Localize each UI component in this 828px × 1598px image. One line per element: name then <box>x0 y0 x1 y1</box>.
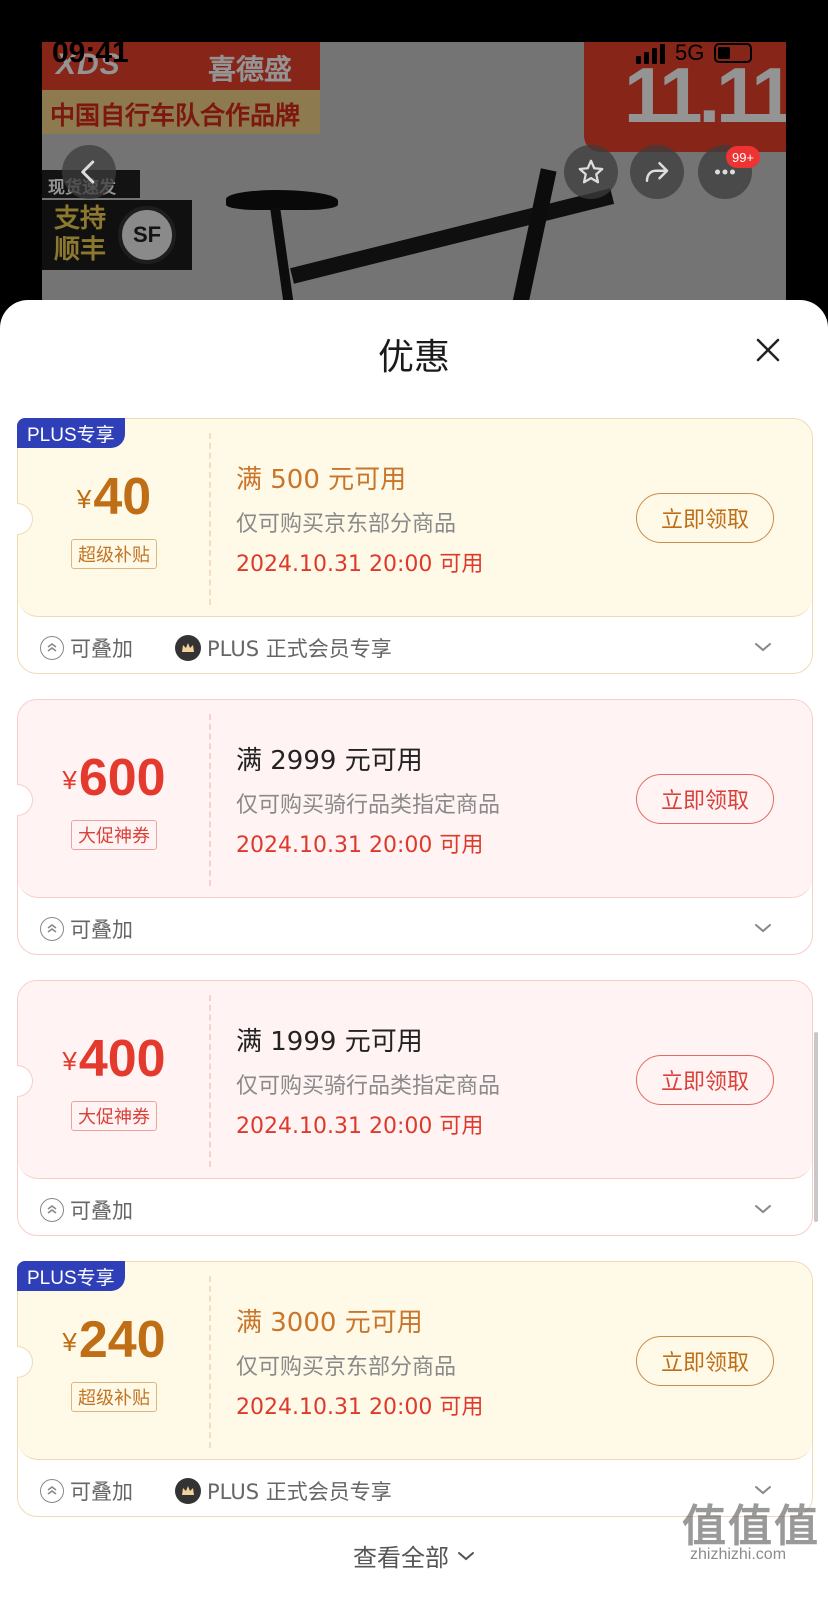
chevron-down-icon <box>755 1205 771 1214</box>
amount-value: 400 <box>78 1030 166 1088</box>
chevron-down-icon <box>755 924 771 933</box>
coupon-type-label: 大促神券 <box>71 1101 157 1131</box>
share-button[interactable] <box>630 145 684 199</box>
chevron-down-icon <box>458 1551 474 1560</box>
stack-icon <box>40 1198 64 1222</box>
coupon-type-tag: 超级补贴 <box>18 539 210 569</box>
coupon-type-tag: 大促神券 <box>18 1101 210 1131</box>
expand-coupon-button[interactable] <box>748 916 778 940</box>
coupon-card: ¥240 超级补贴 满 3000 元可用 仅可购买京东部分商品 2024.10.… <box>17 1261 813 1517</box>
watermark-url: zhizhizhi.com <box>690 1546 787 1563</box>
coupon-sheet: 优惠 ¥40 超级补贴 满 500 元可用 仅可购买京东部分商品 2024.10… <box>0 300 828 1598</box>
coupon-amount: ¥240 <box>18 1310 210 1370</box>
coupon-footer: 可叠加 PLUS 正式会员专享 <box>40 633 392 663</box>
sheet-title: 优惠 <box>377 337 450 378</box>
coupon-type-tag: 超级补贴 <box>18 1382 210 1412</box>
amount-value: 40 <box>93 468 152 526</box>
stackable-label: 可叠加 <box>70 637 133 661</box>
close-icon <box>756 338 780 362</box>
member-note: PLUS 正式会员专享 <box>207 637 392 661</box>
coupon-amount: ¥600 <box>18 748 210 808</box>
message-count-badge: 99+ <box>726 146 760 168</box>
amount-value: 240 <box>78 1311 166 1369</box>
coupon-body: ¥600 大促神券 满 2999 元可用 仅可购买骑行品类指定商品 2024.1… <box>17 700 812 898</box>
plus-exclusive-badge: PLUS专享 <box>17 1261 125 1291</box>
coupon-amount: ¥400 <box>18 1029 210 1089</box>
currency-symbol: ¥ <box>62 765 77 795</box>
coupon-condition: 满 3000 元可用 <box>236 1308 423 1338</box>
watermark-logo: 值值值 <box>682 1501 820 1552</box>
coupon-body: ¥400 大促神券 满 1999 元可用 仅可购买骑行品类指定商品 2024.1… <box>17 981 812 1179</box>
member-note: PLUS 正式会员专享 <box>207 1480 392 1504</box>
expand-coupon-button[interactable] <box>748 635 778 659</box>
stack-icon <box>40 1479 64 1503</box>
back-button[interactable] <box>62 145 116 199</box>
stack-icon <box>40 636 64 660</box>
coupon-scope: 仅可购买京东部分商品 <box>236 512 457 537</box>
chevron-left-icon <box>81 160 95 184</box>
coupon-valid-time: 2024.10.31 20:00 可用 <box>236 1395 484 1420</box>
coupon-type-label: 超级补贴 <box>71 539 157 569</box>
crown-icon <box>175 1478 201 1504</box>
claim-button[interactable]: 立即领取 <box>636 493 774 543</box>
currency-symbol: ¥ <box>76 484 92 514</box>
share-icon <box>645 162 669 182</box>
amount-value: 600 <box>78 749 166 807</box>
currency-symbol: ¥ <box>62 1046 77 1076</box>
coupon-scope: 仅可购买骑行品类指定商品 <box>236 793 501 818</box>
stackable-label: 可叠加 <box>70 918 133 942</box>
coupon-type-tag: 大促神券 <box>18 820 210 850</box>
chevron-down-icon <box>755 643 771 652</box>
coupon-scope: 仅可购买骑行品类指定商品 <box>236 1074 501 1099</box>
coupon-card: ¥400 大促神券 满 1999 元可用 仅可购买骑行品类指定商品 2024.1… <box>17 980 813 1236</box>
crown-icon <box>175 635 201 661</box>
coupon-footer: 可叠加 <box>40 1195 133 1225</box>
coupon-footer: 可叠加 <box>40 914 133 944</box>
scrollbar-thumb[interactable] <box>814 1032 818 1222</box>
coupon-card: ¥40 超级补贴 满 500 元可用 仅可购买京东部分商品 2024.10.31… <box>17 418 813 674</box>
claim-button[interactable]: 立即领取 <box>636 1055 774 1105</box>
coupon-amount: ¥40 <box>18 467 210 527</box>
stackable-label: 可叠加 <box>70 1199 133 1223</box>
plus-exclusive-badge: PLUS专享 <box>17 418 125 448</box>
claim-button[interactable]: 立即领取 <box>636 774 774 824</box>
coupon-condition: 满 500 元可用 <box>236 465 407 495</box>
favorite-button[interactable] <box>564 145 618 199</box>
stack-icon <box>40 917 64 941</box>
expand-coupon-button[interactable] <box>748 1197 778 1221</box>
currency-symbol: ¥ <box>62 1327 77 1357</box>
coupon-valid-time: 2024.10.31 20:00 可用 <box>236 833 484 858</box>
stackable-label: 可叠加 <box>70 1480 133 1504</box>
coupon-type-label: 超级补贴 <box>71 1382 157 1412</box>
claim-button[interactable]: 立即领取 <box>636 1336 774 1386</box>
coupon-footer: 可叠加 PLUS 正式会员专享 <box>40 1476 392 1506</box>
coupon-body: ¥40 超级补贴 满 500 元可用 仅可购买京东部分商品 2024.10.31… <box>17 419 812 617</box>
coupon-condition: 满 1999 元可用 <box>236 1027 423 1057</box>
coupon-valid-time: 2024.10.31 20:00 可用 <box>236 1114 484 1139</box>
coupon-type-label: 大促神券 <box>71 820 157 850</box>
close-button[interactable] <box>748 330 788 370</box>
star-icon <box>578 159 604 184</box>
coupon-condition: 满 2999 元可用 <box>236 746 423 776</box>
coupon-scope: 仅可购买京东部分商品 <box>236 1355 457 1380</box>
coupon-valid-time: 2024.10.31 20:00 可用 <box>236 552 484 577</box>
view-all-label: 查看全部 <box>353 1544 449 1572</box>
coupon-body: ¥240 超级补贴 满 3000 元可用 仅可购买京东部分商品 2024.10.… <box>17 1262 812 1460</box>
coupon-card: ¥600 大促神券 满 2999 元可用 仅可购买骑行品类指定商品 2024.1… <box>17 699 813 955</box>
product-page-background: XDS 喜德盛 中国自行车队合作品牌 11.11 现货速发 支持顺丰 SF 09… <box>0 0 828 340</box>
